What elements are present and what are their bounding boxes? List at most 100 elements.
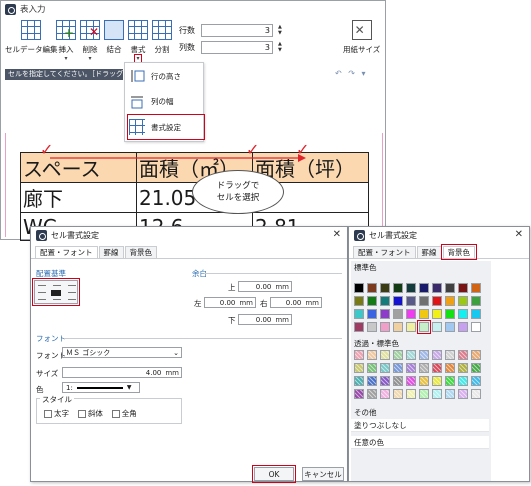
- color-swatch[interactable]: [432, 389, 442, 399]
- merge-button[interactable]: 結合: [104, 20, 124, 55]
- split-button[interactable]: 分割: [152, 20, 172, 55]
- cancel-button[interactable]: キャンセル: [302, 467, 344, 481]
- color-swatch[interactable]: [458, 363, 468, 373]
- color-swatch[interactable]: [458, 283, 468, 293]
- color-swatch[interactable]: [367, 283, 377, 293]
- checkbox-box[interactable]: [111, 409, 120, 418]
- color-swatch-selected[interactable]: [417, 320, 431, 334]
- menu-item-col-width[interactable]: 列の幅: [129, 90, 203, 112]
- color-swatch[interactable]: [432, 363, 442, 373]
- size-input[interactable]: 4.00 mm: [62, 367, 182, 378]
- color-swatch[interactable]: [471, 389, 481, 399]
- color-swatch[interactable]: [406, 376, 416, 386]
- color-swatch[interactable]: [471, 283, 481, 293]
- color-swatch[interactable]: [354, 322, 364, 332]
- color-swatch[interactable]: [471, 309, 481, 319]
- checkbox-box[interactable]: [77, 409, 86, 418]
- color-swatch[interactable]: [367, 350, 377, 360]
- color-swatch[interactable]: [354, 363, 364, 373]
- color-swatch[interactable]: [471, 350, 481, 360]
- bold-checkbox[interactable]: 太字: [44, 408, 69, 419]
- color-swatch[interactable]: [458, 350, 468, 360]
- color-swatch[interactable]: [354, 350, 364, 360]
- margin-left-input[interactable]: 0.00 mm: [204, 297, 256, 308]
- insert-button[interactable]: + 挿入 ▾: [56, 20, 76, 62]
- color-swatch[interactable]: [406, 309, 416, 319]
- color-swatch[interactable]: [432, 376, 442, 386]
- color-swatch[interactable]: [471, 376, 481, 386]
- color-swatch[interactable]: [393, 363, 403, 373]
- color-swatch[interactable]: [471, 296, 481, 306]
- rows-spinner[interactable]: ▲ ▼: [278, 24, 286, 37]
- cols-input[interactable]: 3: [201, 41, 273, 54]
- color-swatch[interactable]: [458, 389, 468, 399]
- color-select[interactable]: 1: ▼: [62, 382, 140, 393]
- delete-button[interactable]: ✕ 削除 ▾: [80, 20, 100, 62]
- format-button[interactable]: 書式 ▾: [128, 20, 148, 64]
- color-swatch[interactable]: [406, 296, 416, 306]
- tab-layout-font[interactable]: 配置・フォント: [35, 246, 98, 258]
- color-swatch[interactable]: [393, 350, 403, 360]
- undo-redo-icons[interactable]: ↶ ↷ ▾: [335, 69, 368, 78]
- spin-down-icon[interactable]: ▼: [278, 30, 286, 36]
- color-swatch[interactable]: [380, 309, 390, 319]
- color-swatch[interactable]: [458, 376, 468, 386]
- color-swatch[interactable]: [445, 296, 455, 306]
- color-swatch[interactable]: [419, 350, 429, 360]
- color-swatch[interactable]: [367, 296, 377, 306]
- close-icon[interactable]: ✕: [333, 229, 341, 240]
- color-swatch[interactable]: [354, 389, 364, 399]
- color-swatch[interactable]: [458, 296, 468, 306]
- color-swatch[interactable]: [354, 376, 364, 386]
- tab-background[interactable]: 背景色: [440, 244, 477, 260]
- color-swatch[interactable]: [432, 309, 442, 319]
- color-swatch[interactable]: [471, 322, 481, 332]
- close-icon[interactable]: ✕: [515, 229, 523, 240]
- align-basis-grid[interactable]: [32, 278, 80, 306]
- color-swatch[interactable]: [380, 350, 390, 360]
- color-swatch[interactable]: [354, 296, 364, 306]
- menu-item-format-settings[interactable]: 書式設定: [127, 114, 205, 140]
- color-swatch[interactable]: [445, 350, 455, 360]
- color-swatch[interactable]: [380, 322, 390, 332]
- color-swatch[interactable]: [445, 363, 455, 373]
- color-swatch[interactable]: [432, 322, 442, 332]
- spin-down-icon[interactable]: ▼: [278, 47, 286, 53]
- color-swatch[interactable]: [393, 296, 403, 306]
- color-swatch[interactable]: [419, 389, 429, 399]
- margin-bottom-input[interactable]: 0.00 mm: [238, 314, 292, 325]
- font-select[interactable]: ＭＳ ゴシック ⌄: [62, 347, 182, 358]
- checkbox-box[interactable]: [44, 409, 52, 418]
- color-swatch[interactable]: [380, 296, 390, 306]
- color-swatch[interactable]: [393, 389, 403, 399]
- color-swatch[interactable]: [406, 389, 416, 399]
- color-swatch[interactable]: [380, 376, 390, 386]
- paper-size-button[interactable]: ✕ 用紙サイズ: [343, 20, 380, 55]
- color-swatch[interactable]: [432, 283, 442, 293]
- color-swatch[interactable]: [367, 389, 377, 399]
- color-swatch[interactable]: [419, 363, 429, 373]
- tab-border[interactable]: 罫線: [416, 246, 442, 258]
- color-swatch[interactable]: [393, 283, 403, 293]
- cell-data-edit-button[interactable]: セルデータ編集: [5, 20, 58, 55]
- rows-input[interactable]: 3: [201, 24, 273, 37]
- color-swatch[interactable]: [445, 322, 455, 332]
- margin-top-input[interactable]: 0.00 mm: [238, 281, 292, 292]
- color-swatch[interactable]: [432, 296, 442, 306]
- color-swatch[interactable]: [445, 309, 455, 319]
- color-swatch[interactable]: [458, 322, 468, 332]
- color-swatch[interactable]: [406, 363, 416, 373]
- color-swatch[interactable]: [354, 309, 364, 319]
- color-swatch[interactable]: [419, 309, 429, 319]
- color-swatch[interactable]: [419, 376, 429, 386]
- color-swatch[interactable]: [432, 350, 442, 360]
- menu-item-row-height[interactable]: 行の高さ: [129, 65, 203, 87]
- no-fill-option[interactable]: 塗りつぶしなし: [351, 419, 489, 432]
- color-swatch[interactable]: [367, 363, 377, 373]
- color-swatch[interactable]: [445, 283, 455, 293]
- color-swatch[interactable]: [406, 283, 416, 293]
- italic-checkbox[interactable]: 斜体: [77, 408, 103, 419]
- color-swatch[interactable]: [380, 389, 390, 399]
- color-swatch[interactable]: [458, 309, 468, 319]
- color-swatch[interactable]: [445, 389, 455, 399]
